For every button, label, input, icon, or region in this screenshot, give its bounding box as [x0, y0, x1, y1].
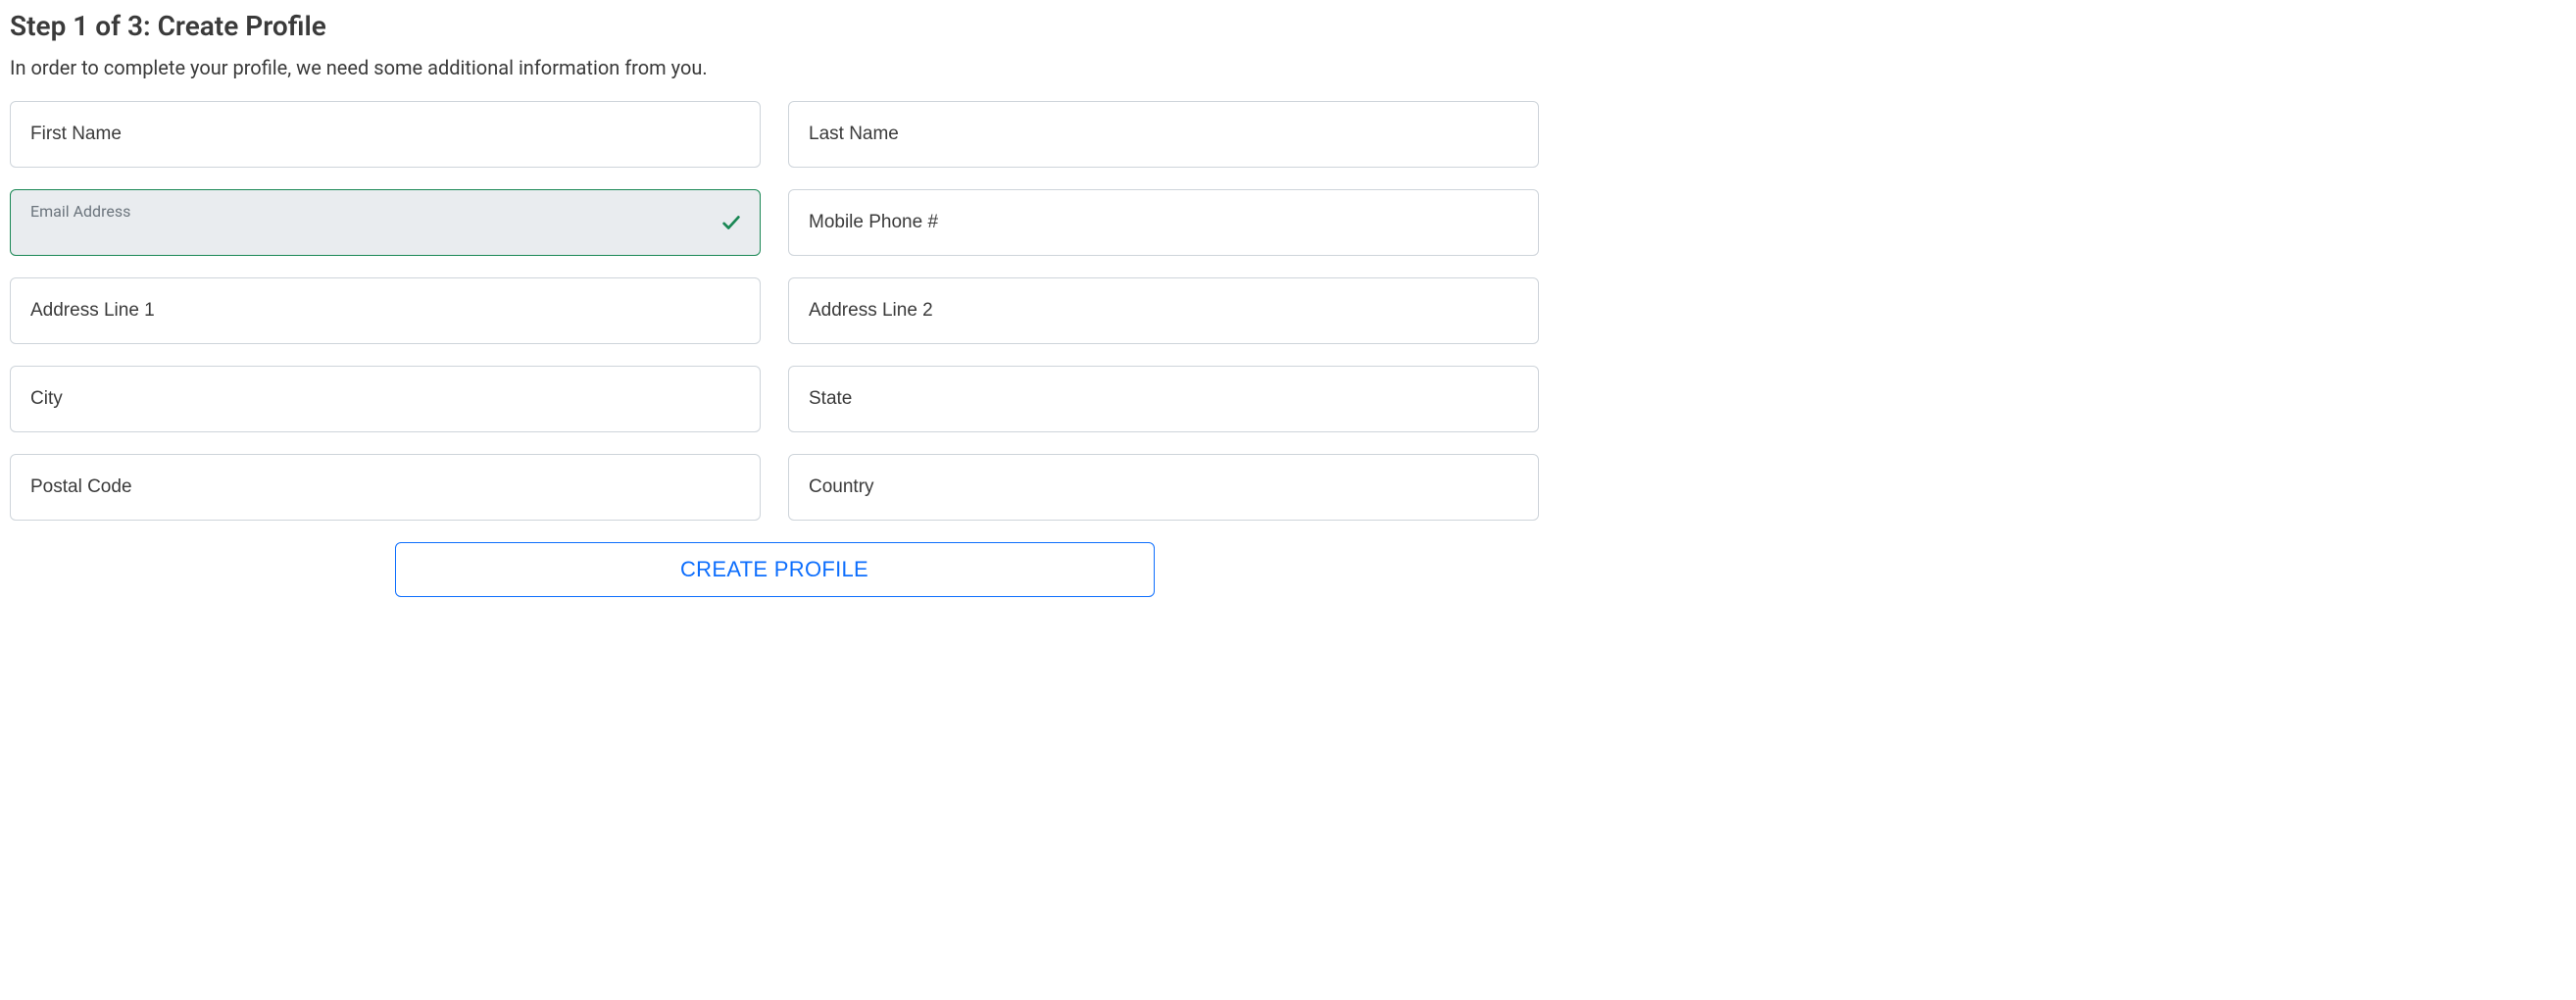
page-title: Step 1 of 3: Create Profile — [10, 10, 1539, 42]
country-input[interactable] — [788, 454, 1539, 521]
mobile-phone-input[interactable] — [788, 189, 1539, 256]
check-icon — [720, 212, 742, 233]
first-name-input[interactable] — [10, 101, 761, 168]
last-name-input[interactable] — [788, 101, 1539, 168]
create-profile-button[interactable]: CREATE PROFILE — [395, 542, 1155, 597]
city-input[interactable] — [10, 366, 761, 432]
email-input[interactable]: Email Address — [10, 189, 761, 256]
page-subtitle: In order to complete your profile, we ne… — [10, 56, 1539, 79]
state-input[interactable] — [788, 366, 1539, 432]
postal-code-input[interactable] — [10, 454, 761, 521]
email-label: Email Address — [30, 202, 711, 221]
address-line-2-input[interactable] — [788, 277, 1539, 344]
address-line-1-input[interactable] — [10, 277, 761, 344]
